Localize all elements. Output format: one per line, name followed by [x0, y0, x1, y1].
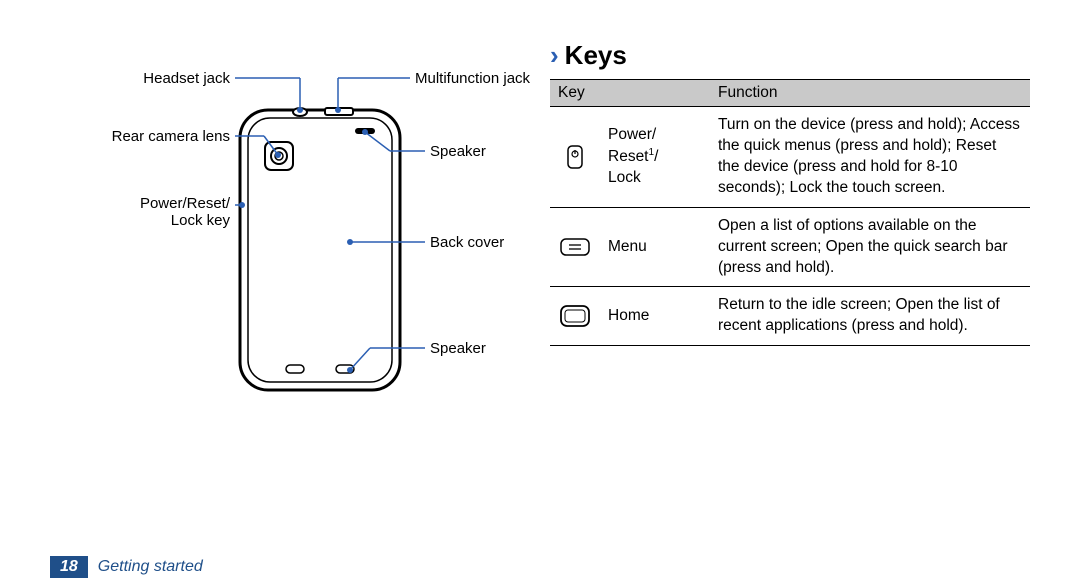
- callout-speaker-top: Speaker: [430, 143, 530, 160]
- table-row: Menu Open a list of options available on…: [550, 207, 1030, 287]
- section-heading-keys: › Keys: [550, 40, 1030, 71]
- page-number: 18: [50, 556, 88, 578]
- two-column-layout: Headset jack Rear camera lens Power/Rese…: [50, 40, 1030, 420]
- table-row: Power/ Reset1/ Lock Turn on the device (…: [550, 107, 1030, 208]
- callout-rear-camera-lens: Rear camera lens: [80, 128, 230, 145]
- keys-table: Key Function: [550, 79, 1030, 346]
- table-header-key: Key: [550, 80, 710, 107]
- callout-power-reset-lock-key: Power/Reset/ Lock key: [110, 195, 230, 229]
- device-diagram-column: Headset jack Rear camera lens Power/Rese…: [50, 40, 520, 420]
- key-function-power: Turn on the device (press and hold); Acc…: [710, 107, 1030, 208]
- section-title-text: Keys: [565, 40, 627, 71]
- key-name-menu: Menu: [600, 207, 710, 287]
- key-icon-cell: [550, 207, 600, 287]
- footer-section-name: Getting started: [98, 558, 203, 576]
- key-name-home: Home: [600, 287, 710, 346]
- device-outline-illustration: [230, 100, 410, 400]
- page-footer: 18 Getting started: [50, 556, 203, 578]
- home-key-icon: [559, 304, 591, 328]
- key-icon-cell: [550, 287, 600, 346]
- menu-key-icon: [559, 237, 591, 257]
- key-name-power: Power/ Reset1/ Lock: [600, 107, 710, 208]
- key-icon-cell: [550, 107, 600, 208]
- keys-section-column: › Keys Key Function: [550, 40, 1030, 420]
- callout-headset-jack: Headset jack: [120, 70, 230, 87]
- document-page: Headset jack Rear camera lens Power/Rese…: [0, 0, 1080, 586]
- callout-back-cover: Back cover: [430, 234, 530, 251]
- power-key-icon: [566, 144, 584, 170]
- chevron-right-icon: ›: [550, 40, 559, 71]
- table-header-function: Function: [710, 80, 1030, 107]
- key-function-menu: Open a list of options available on the …: [710, 207, 1030, 287]
- callout-speaker-bottom: Speaker: [430, 340, 530, 357]
- key-function-home: Return to the idle screen; Open the list…: [710, 287, 1030, 346]
- callout-multifunction-jack: Multifunction jack: [415, 70, 555, 87]
- table-row: Home Return to the idle screen; Open the…: [550, 287, 1030, 346]
